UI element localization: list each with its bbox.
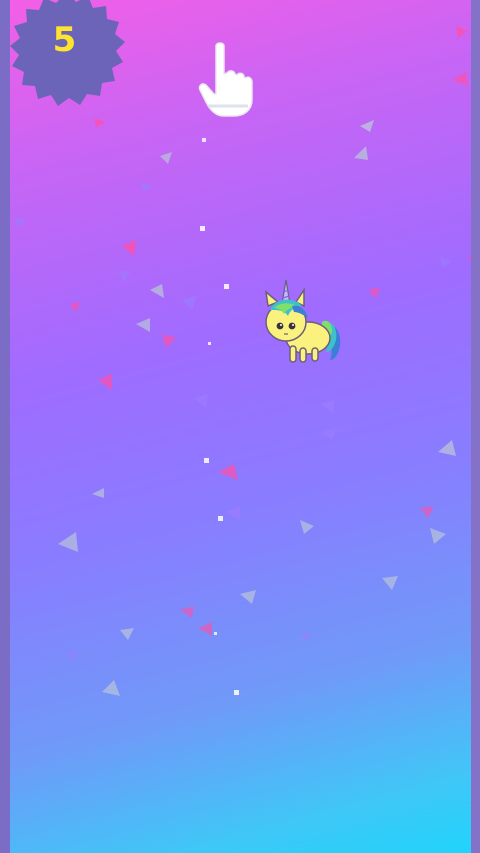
right-wall xyxy=(471,0,480,853)
confetti-triangle xyxy=(182,296,196,310)
score-value: 5 xyxy=(52,20,78,60)
confetti-triangle xyxy=(300,632,312,642)
confetti-dot xyxy=(218,516,223,521)
confetti-triangle xyxy=(66,650,78,660)
confetti-dot xyxy=(234,690,239,695)
confetti-triangle xyxy=(452,72,468,86)
confetti-triangle xyxy=(58,532,78,552)
confetti-dot xyxy=(202,138,206,142)
confetti-triangle xyxy=(218,464,238,480)
confetti-triangle xyxy=(420,506,434,518)
confetti-triangle xyxy=(322,428,336,440)
confetti-triangle xyxy=(430,528,446,544)
confetti-triangle xyxy=(120,628,134,640)
confetti-triangle xyxy=(118,270,130,282)
confetti-dot xyxy=(224,284,229,289)
score-badge: 5 xyxy=(6,0,128,110)
confetti-triangle xyxy=(162,334,176,348)
confetti-dot xyxy=(214,632,217,635)
confetti-triangle xyxy=(160,152,172,164)
confetti-triangle xyxy=(320,400,334,414)
confetti-triangle xyxy=(226,506,240,520)
confetti-triangle xyxy=(94,118,106,128)
tap-hand-icon xyxy=(198,42,253,117)
confetti-triangle xyxy=(140,182,152,192)
confetti-layer xyxy=(14,26,478,696)
confetti-triangle xyxy=(382,576,398,590)
unicorn-player[interactable] xyxy=(256,276,348,372)
confetti-triangle xyxy=(136,318,150,332)
confetti-triangle xyxy=(440,256,452,268)
confetti-triangle xyxy=(368,288,380,298)
confetti-triangle xyxy=(180,606,194,618)
confetti-triangle xyxy=(98,374,112,390)
confetti-triangle xyxy=(198,622,212,636)
confetti-triangle xyxy=(240,590,256,604)
confetti-triangle xyxy=(92,488,104,498)
confetti-triangle xyxy=(102,680,120,696)
left-wall xyxy=(0,0,10,853)
confetti-triangle xyxy=(122,240,136,256)
confetti-triangle xyxy=(194,394,208,408)
confetti-triangle xyxy=(438,440,456,456)
confetti-triangle xyxy=(360,120,374,132)
confetti-triangle xyxy=(14,216,26,228)
confetti-dot xyxy=(208,342,211,345)
game-stage[interactable]: 5 xyxy=(0,0,480,853)
confetti-triangle xyxy=(456,26,468,38)
confetti-triangle xyxy=(300,520,314,534)
confetti-triangle xyxy=(70,302,80,312)
confetti-triangle xyxy=(354,146,368,160)
confetti-dot xyxy=(200,226,205,231)
confetti-triangle xyxy=(150,284,164,298)
confetti-dot xyxy=(204,458,209,463)
